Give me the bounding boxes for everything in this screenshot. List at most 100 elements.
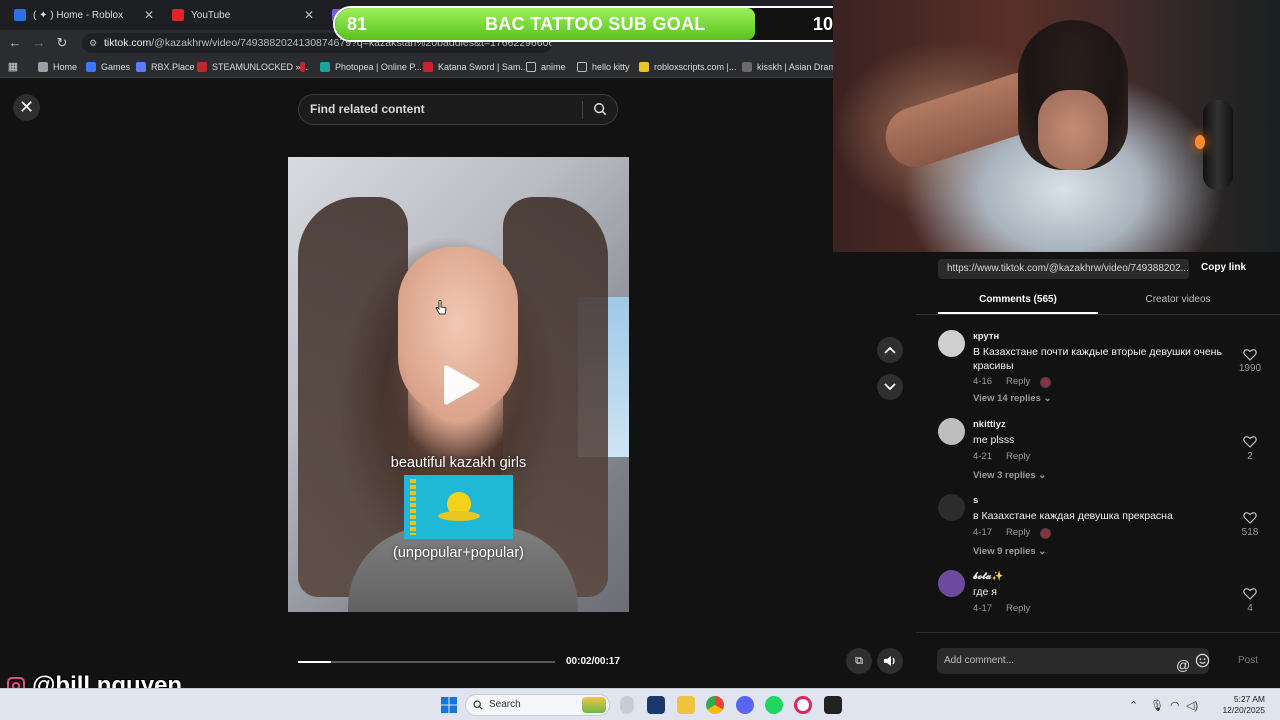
back-icon[interactable]: ← — [7, 35, 23, 51]
mention-icon[interactable]: @ — [1176, 652, 1190, 678]
video-player[interactable]: beautiful kazakh girls (unpopular+popula… — [288, 157, 629, 612]
apps-grid-icon[interactable]: ▦ — [5, 59, 21, 75]
webcam-person-face — [1038, 90, 1108, 170]
bookmark-red[interactable] — [300, 60, 310, 74]
add-comment-input[interactable]: Add comment... @ — [937, 648, 1210, 674]
bookmark-photopea[interactable]: Photopea | Online P... — [320, 60, 422, 74]
photos-app-icon[interactable] — [647, 696, 665, 714]
photopea-icon — [320, 62, 330, 72]
video-link-field[interactable]: https://www.tiktok.com/@kazakhrw/video/7… — [938, 259, 1189, 279]
bookmark-label: STEAMUNLOCKED »... — [212, 62, 309, 72]
like-heart-icon[interactable] — [1243, 587, 1257, 600]
forward-icon[interactable]: → — [31, 35, 47, 51]
comment-date: 4-17 — [973, 527, 993, 538]
comments-panel: https://www.tiktok.com/@kazakhrw/video/7… — [916, 252, 1280, 688]
close-icon[interactable]: ✕ — [13, 94, 40, 121]
sub-goal-bar: 81 BAC TATTOO SUB GOAL 100 — [333, 6, 855, 42]
bookmark-label: Katana Sword | Sam... — [438, 62, 528, 72]
bookmark-robloxscripts[interactable]: robloxscripts.com |... — [639, 60, 736, 74]
copy-link-button[interactable]: Copy link — [1201, 262, 1246, 273]
wifi-icon[interactable]: ◠ — [1170, 699, 1180, 712]
mouse-icon[interactable] — [620, 696, 634, 714]
video-time: 00:02/00:17 — [566, 656, 620, 667]
view-replies-button[interactable]: View 3 replies ⌄ — [973, 470, 1046, 481]
windows-start-icon[interactable] — [440, 696, 458, 714]
avatar[interactable] — [938, 418, 965, 445]
close-tab-icon[interactable]: ✕ — [144, 8, 154, 22]
like-heart-icon[interactable] — [1243, 435, 1257, 448]
view-replies-button[interactable]: View 9 replies ⌄ — [973, 546, 1046, 557]
taskbar-search[interactable]: Search — [465, 694, 610, 716]
next-video-button[interactable] — [877, 374, 903, 400]
app-icon[interactable] — [824, 696, 842, 714]
flag-eagle — [438, 511, 480, 521]
bookmark-hello-kitty[interactable]: hello kitty — [577, 60, 630, 74]
reply-button[interactable]: Reply — [1006, 376, 1030, 387]
taskbar-clock[interactable]: 5:27 AM 12/20/2025 — [1205, 694, 1265, 716]
view-replies-label: View 9 replies — [973, 546, 1036, 557]
avatar[interactable] — [938, 570, 965, 597]
sub-goal-current: 81 — [347, 14, 368, 34]
bookmark-label: kisskh | Asian Dram... — [757, 62, 844, 72]
like-heart-icon[interactable] — [1243, 511, 1257, 524]
bookmark-rbx-place[interactable]: RBX.Place — [136, 60, 195, 74]
reply-button[interactable]: Reply — [1006, 451, 1030, 462]
bookmark-home[interactable]: Home — [38, 60, 77, 74]
file-explorer-icon[interactable] — [677, 696, 695, 714]
video-progress-bar[interactable] — [298, 661, 555, 663]
search-icon[interactable] — [593, 102, 607, 116]
comment-item: 𝓫𝓸𝓽𝓪✨ где я 4-17 Reply 4 — [938, 570, 1280, 620]
discord-icon[interactable] — [736, 696, 754, 714]
tab-comments[interactable]: Comments (565) — [938, 294, 1098, 305]
site-info-icon[interactable]: ⚙ — [89, 33, 97, 53]
emoji-icon[interactable] — [1195, 653, 1210, 668]
comment-username[interactable]: 𝓫𝓸𝓽𝓪✨ — [973, 571, 1003, 582]
view-replies-button[interactable]: View 14 replies ⌄ — [973, 393, 1052, 404]
picture-in-picture-button[interactable]: ⧉ — [846, 648, 872, 674]
bookmark-katana[interactable]: Katana Sword | Sam... — [423, 60, 528, 74]
bookmark-label: anime — [541, 62, 566, 72]
close-tab-icon[interactable]: ✕ — [304, 8, 314, 22]
opera-gx-icon[interactable] — [794, 696, 812, 714]
tab-roblox[interactable]: ( ✦ ) Home - Roblox ✕ — [8, 4, 160, 26]
spotify-icon[interactable] — [765, 696, 783, 714]
bookmark-label: RBX.Place — [151, 62, 195, 72]
bookmark-label: Home — [53, 62, 78, 72]
tiktok-video-viewer: ✕ Find related content beautiful kazakh … — [0, 79, 916, 688]
volume-button[interactable] — [877, 648, 903, 674]
like-heart-icon[interactable] — [1243, 348, 1257, 361]
chrome-icon[interactable] — [706, 696, 724, 714]
flag-ornament — [410, 479, 416, 535]
bookmark-label: hello kitty — [592, 62, 630, 72]
webcam-feed — [833, 0, 1280, 252]
related-content-search[interactable]: Find related content — [298, 94, 618, 125]
tab-creator-videos[interactable]: Creator videos — [1098, 294, 1258, 305]
folder-icon — [526, 62, 536, 72]
volume-tray-icon[interactable]: ◁) — [1186, 699, 1198, 712]
comment-username[interactable]: s — [973, 495, 978, 506]
tab-youtube[interactable]: YouTube ✕ — [166, 4, 320, 26]
tray-chevron-icon[interactable]: ⌃ — [1129, 699, 1138, 712]
post-button[interactable]: Post — [1238, 655, 1258, 666]
bookmark-games[interactable]: Games — [86, 60, 130, 74]
previous-video-button[interactable] — [877, 337, 903, 363]
bookmarks-bar: ▦ Home Games RBX.Place STEAMUNLOCKED »..… — [0, 56, 843, 78]
reply-button[interactable]: Reply — [1006, 527, 1030, 538]
microphone-tray-icon[interactable]: 🎙 — [1150, 699, 1164, 712]
bookmark-kisskh[interactable]: kisskh | Asian Dram... — [742, 60, 843, 74]
reply-button[interactable]: Reply — [1006, 603, 1030, 614]
avatar[interactable] — [938, 494, 965, 521]
bookmark-label: Games — [101, 62, 131, 72]
bookmark-steamunlocked[interactable]: STEAMUNLOCKED »... — [197, 60, 308, 74]
tab-label: YouTube — [191, 9, 231, 21]
katana-icon — [423, 62, 433, 72]
bookmark-anime[interactable]: anime — [526, 60, 566, 74]
taskbar-search-label: Search — [489, 699, 521, 710]
play-icon[interactable] — [442, 362, 482, 408]
rbx-place-icon — [136, 62, 146, 72]
reload-icon[interactable]: ↻ — [54, 35, 70, 51]
comment-username[interactable]: nkittiyz — [973, 419, 1006, 430]
url-host: tiktok.com — [104, 37, 152, 49]
comment-username[interactable]: крутн — [973, 331, 999, 342]
avatar[interactable] — [938, 330, 965, 357]
